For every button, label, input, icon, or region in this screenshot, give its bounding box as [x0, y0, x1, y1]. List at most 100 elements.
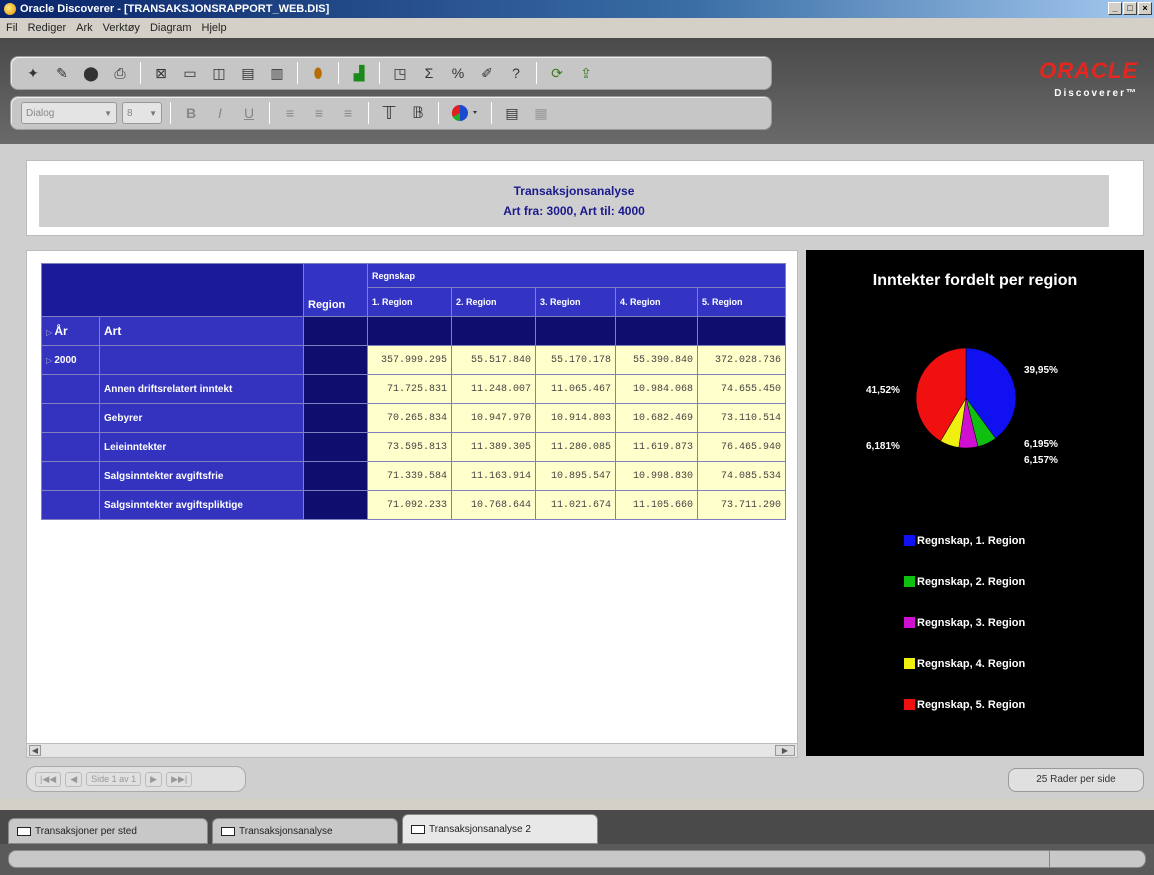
data-cell[interactable]: 10.947.970	[451, 403, 536, 433]
menu-verktoy[interactable]: Verktøy	[103, 22, 140, 34]
row-label[interactable]: Salgsinntekter avgiftsfrie	[99, 461, 304, 491]
next-page-button[interactable]: ▶	[145, 771, 163, 787]
menu-rediger[interactable]: Rediger	[28, 22, 67, 34]
total-cell[interactable]: 55.517.840	[451, 345, 536, 375]
horizontal-scrollbar[interactable]: ◀ ▶	[27, 743, 797, 757]
format-heading-icon[interactable]: 𝔹	[406, 101, 430, 125]
align-center-icon[interactable]: ≡	[307, 101, 331, 125]
export-icon[interactable]: ⇪	[574, 61, 598, 85]
data-cell[interactable]: 76.465.940	[697, 432, 786, 462]
calculation-icon[interactable]: ✐	[475, 61, 499, 85]
pie-chart-type-icon[interactable]	[447, 101, 483, 125]
close-button[interactable]: ×	[1138, 2, 1152, 15]
menu-ark[interactable]: Ark	[76, 22, 93, 34]
total-cell[interactable]: 372.028.736	[697, 345, 786, 375]
col-header[interactable]: 3. Region	[535, 287, 616, 317]
data-cell[interactable]: 11.248.007	[451, 374, 536, 404]
art-dimension-header[interactable]: Art	[99, 316, 304, 346]
data-cell[interactable]: 10.984.068	[615, 374, 698, 404]
minimize-button[interactable]: _	[1108, 2, 1122, 15]
total-cell[interactable]: 55.170.178	[535, 345, 616, 375]
data-cell[interactable]: 71.339.584	[367, 461, 452, 491]
data-cell[interactable]: 11.021.674	[535, 490, 616, 520]
row-label[interactable]: Salgsinntekter avgiftspliktige	[99, 490, 304, 520]
data-cell[interactable]: 11.163.914	[451, 461, 536, 491]
data-cell[interactable]: 73.595.813	[367, 432, 452, 462]
font-size-select[interactable]: 8 ▼	[122, 102, 162, 124]
tab-transaksjonsanalyse-2[interactable]: Transaksjonsanalyse 2	[402, 814, 598, 844]
data-cell[interactable]: 10.895.547	[535, 461, 616, 491]
table-icon[interactable]: ▭	[178, 61, 202, 85]
total-cell[interactable]: 55.390.840	[615, 345, 698, 375]
page-items-icon[interactable]: ▤	[236, 61, 260, 85]
print-icon[interactable]: ⎙	[108, 61, 132, 85]
first-page-button[interactable]: |◀◀	[35, 771, 62, 787]
data-cell[interactable]: 10.768.644	[451, 490, 536, 520]
menu-diagram[interactable]: Diagram	[150, 22, 192, 34]
col-header[interactable]: 5. Region	[697, 287, 786, 317]
percent-icon[interactable]: %	[446, 61, 470, 85]
format-data-icon[interactable]: 𝕋	[377, 101, 401, 125]
pie-chart[interactable]: 39,95% 6,195% 6,157% 6,181% 41,52%	[806, 250, 1144, 520]
last-page-button[interactable]: ▶▶|	[166, 771, 193, 787]
align-right-icon[interactable]: ≡	[336, 101, 360, 125]
tab-transaksjoner-per-sted[interactable]: Transaksjoner per sted	[8, 818, 208, 844]
data-cell[interactable]: 71.725.831	[367, 374, 452, 404]
row-label[interactable]: Gebyrer	[99, 403, 304, 433]
maximize-button[interactable]: □	[1123, 2, 1137, 15]
sum-icon[interactable]: Σ	[417, 61, 441, 85]
align-left-icon[interactable]: ≡	[278, 101, 302, 125]
show-gridlines-icon[interactable]: ▦	[529, 101, 553, 125]
rows-per-page-button[interactable]: 25 Rader per side	[1008, 768, 1144, 792]
new-workbook-icon[interactable]: ✦	[21, 61, 45, 85]
total-cell[interactable]: 357.999.295	[367, 345, 452, 375]
data-cell[interactable]: 11.280.085	[535, 432, 616, 462]
data-cell[interactable]: 11.065.467	[535, 374, 616, 404]
row-label[interactable]: Annen driftsrelatert inntekt	[99, 374, 304, 404]
bold-icon[interactable]: B	[179, 101, 203, 125]
data-cell[interactable]: 11.619.873	[615, 432, 698, 462]
underline-icon[interactable]: U	[237, 101, 261, 125]
help-icon[interactable]: ?	[504, 61, 528, 85]
row-label[interactable]: Leieinntekter	[99, 432, 304, 462]
region-dimension-label[interactable]: Region	[303, 263, 368, 317]
data-cell[interactable]: 10.914.803	[535, 403, 616, 433]
scroll-left-icon[interactable]: ◀	[29, 745, 41, 756]
regnskap-header[interactable]: Regnskap	[367, 263, 786, 288]
menu-fil[interactable]: Fil	[6, 22, 18, 34]
data-cell[interactable]: 10.998.830	[615, 461, 698, 491]
totals-icon[interactable]: ◳	[388, 61, 412, 85]
data-cell[interactable]: 10.682.469	[615, 403, 698, 433]
data-cell[interactable]: 71.092.233	[367, 490, 452, 520]
layout-icon[interactable]: ▥	[265, 61, 289, 85]
font-name-select[interactable]: Dialog ▼	[21, 102, 117, 124]
scroll-right-icon[interactable]: ▶	[775, 745, 795, 756]
drill-icon[interactable]: ⬮	[306, 61, 330, 85]
save-icon[interactable]: ⬤	[79, 61, 103, 85]
col-header[interactable]: 2. Region	[451, 287, 536, 317]
tab-transaksjonsanalyse[interactable]: Transaksjonsanalyse	[212, 818, 398, 844]
menu-hjelp[interactable]: Hjelp	[202, 22, 227, 34]
sheet-icon[interactable]: ⊠	[149, 61, 173, 85]
legend-item: Regnskap, 1. Region	[904, 520, 1025, 561]
previous-page-button[interactable]: ◀	[65, 771, 83, 787]
show-legend-icon[interactable]: ▤	[500, 101, 524, 125]
crosstab-icon[interactable]: ◫	[207, 61, 231, 85]
col-header[interactable]: 1. Region	[367, 287, 452, 317]
data-cell[interactable]: 11.389.305	[451, 432, 536, 462]
data-cell[interactable]: 70.265.834	[367, 403, 452, 433]
open-workbook-icon[interactable]: ✎	[50, 61, 74, 85]
data-cell[interactable]: 74.655.450	[697, 374, 786, 404]
report-title-box[interactable]: Transaksjonsanalyse Art fra: 3000, Art t…	[39, 175, 1109, 227]
year-dimension-header[interactable]: ▷ År	[41, 316, 100, 346]
data-cell[interactable]: 73.110.514	[697, 403, 786, 433]
data-cell[interactable]: 74.085.534	[697, 461, 786, 491]
data-cell[interactable]: 73.711.290	[697, 490, 786, 520]
year-row-label[interactable]: ▷ 2000	[41, 345, 100, 375]
data-cell[interactable]: 11.105.660	[615, 490, 698, 520]
graph-icon[interactable]: ▟	[347, 61, 371, 85]
col-header[interactable]: 4. Region	[615, 287, 698, 317]
italic-icon[interactable]: I	[208, 101, 232, 125]
refresh-icon[interactable]: ⟳	[545, 61, 569, 85]
status-panel	[8, 850, 1146, 868]
